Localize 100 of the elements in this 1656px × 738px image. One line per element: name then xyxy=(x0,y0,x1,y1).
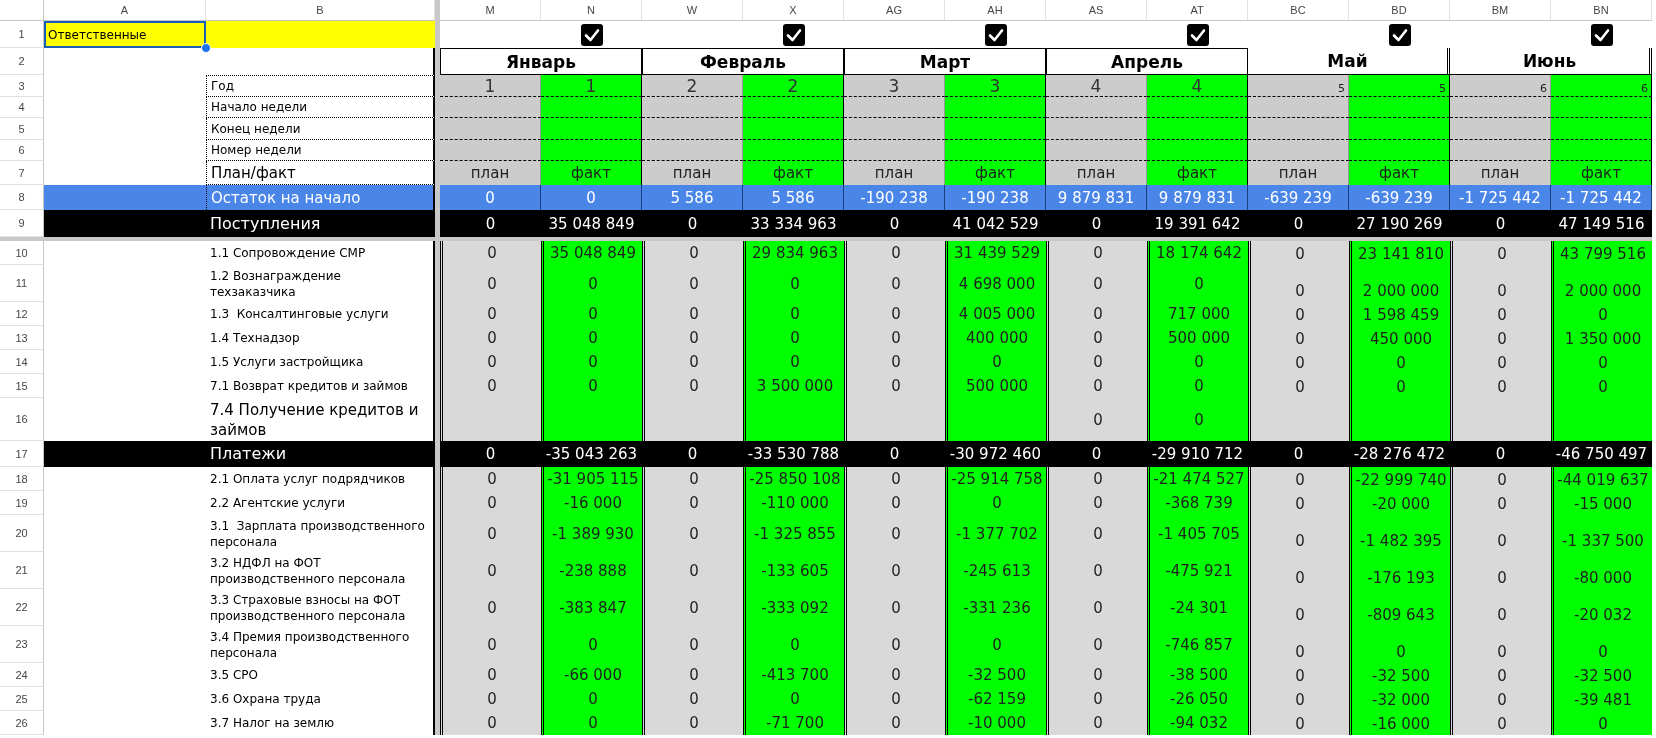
table-cell: 0 xyxy=(642,374,743,398)
table-cell: 0 xyxy=(541,265,642,302)
table-cell: 1 xyxy=(440,75,541,97)
table-cell: 0 xyxy=(844,711,945,735)
table-cell: 0 xyxy=(1046,589,1147,626)
row-label: 1.3 Консалтинговые услуги xyxy=(206,302,435,326)
column-header: BC xyxy=(1248,0,1349,21)
table-cell: -1 325 855 xyxy=(743,515,844,552)
table-cell: 0 xyxy=(1248,326,1349,350)
checkbox[interactable] xyxy=(580,23,603,46)
table-cell: 500 000 xyxy=(945,374,1046,398)
table-cell: 0 xyxy=(1248,552,1349,589)
checkbox[interactable] xyxy=(984,23,1007,46)
table-cell: 0 xyxy=(743,302,844,326)
table-cell: 0 xyxy=(844,687,945,711)
table-cell: -29 910 712 xyxy=(1147,441,1248,467)
row-number: 5 xyxy=(0,118,44,140)
column-header: N xyxy=(541,0,642,21)
row-number: 7 xyxy=(0,161,44,185)
table-cell: 0 xyxy=(1349,350,1450,374)
row-number: 19 xyxy=(0,491,44,515)
table-cell: -38 500 xyxy=(1147,663,1248,687)
table-cell: -20 000 xyxy=(1349,491,1450,515)
table-cell[interactable]: Ответственные xyxy=(44,21,206,48)
table-cell: 0 xyxy=(642,687,743,711)
table-cell: 0 xyxy=(844,326,945,350)
table-cell: -25 914 758 xyxy=(945,467,1046,491)
table-cell: 0 xyxy=(1248,210,1349,237)
row-number: 25 xyxy=(0,687,44,711)
table-cell: -15 000 xyxy=(1551,491,1652,515)
table-cell: факт xyxy=(743,161,844,185)
table-cell: 0 xyxy=(1450,265,1551,302)
table-cell: 0 xyxy=(440,210,541,237)
row-number: 10 xyxy=(0,241,44,265)
table-cell: 0 xyxy=(1046,467,1147,491)
table-cell: 0 xyxy=(844,626,945,663)
table-cell: -25 850 108 xyxy=(743,467,844,491)
table-cell: 0 xyxy=(1551,374,1652,398)
table-cell: 0 xyxy=(440,491,541,515)
table-cell: -66 000 xyxy=(541,663,642,687)
table-cell: 0 xyxy=(642,515,743,552)
table-cell: 0 xyxy=(1248,302,1349,326)
checkbox[interactable] xyxy=(1590,23,1613,46)
checkbox[interactable] xyxy=(782,23,805,46)
row-number: 21 xyxy=(0,552,44,589)
column-header: B xyxy=(206,0,435,21)
table-cell: 0 xyxy=(1046,265,1147,302)
table-cell: 4 005 000 xyxy=(945,302,1046,326)
table-cell: 9 879 831 xyxy=(1147,185,1248,210)
table-cell: 0 xyxy=(1046,491,1147,515)
month-header: Апрель xyxy=(1046,48,1248,75)
checkbox[interactable] xyxy=(1186,23,1209,46)
table-cell: 2 xyxy=(743,75,844,97)
table-cell: -39 481 xyxy=(1551,687,1652,711)
table-cell: 0 xyxy=(1046,241,1147,265)
table-cell: 1 598 459 xyxy=(1349,302,1450,326)
table-cell: 0 xyxy=(1046,663,1147,687)
table-cell: -32 500 xyxy=(945,663,1046,687)
row-label: Остаток на начало xyxy=(206,185,435,210)
table-cell: 6 xyxy=(1551,75,1652,97)
row-label: 3.7 Налог на землю xyxy=(206,711,435,735)
table-cell: 0 xyxy=(1248,626,1349,663)
table-cell: 0 xyxy=(1248,467,1349,491)
table-cell: 0 xyxy=(541,350,642,374)
table-cell: 0 xyxy=(1248,687,1349,711)
table-cell: 0 xyxy=(440,626,541,663)
table-cell: -639 239 xyxy=(1349,185,1450,210)
table-cell: 0 xyxy=(642,302,743,326)
table-cell: 0 xyxy=(1349,374,1450,398)
row-number: 23 xyxy=(0,626,44,663)
table-cell: 0 xyxy=(440,515,541,552)
table-cell: 0 xyxy=(1248,589,1349,626)
table-cell: 31 439 529 xyxy=(945,241,1046,265)
column-header: W xyxy=(642,0,743,21)
row-number: 15 xyxy=(0,374,44,398)
row-label: 3.4 Премия производственного персонала xyxy=(206,626,435,663)
table-cell: -110 000 xyxy=(743,491,844,515)
table-cell: 400 000 xyxy=(945,326,1046,350)
table-cell: -1 405 705 xyxy=(1147,515,1248,552)
checkbox[interactable] xyxy=(1388,23,1411,46)
table-cell: 5 xyxy=(1248,75,1349,97)
row-label: 1.1 Сопровождение СМР xyxy=(206,241,435,265)
table-cell: 0 xyxy=(1450,210,1551,237)
table-cell: 0 xyxy=(1046,515,1147,552)
table-cell: -16 000 xyxy=(541,491,642,515)
row-number: 24 xyxy=(0,663,44,687)
table-cell: 0 xyxy=(440,467,541,491)
table-cell: -383 847 xyxy=(541,589,642,626)
table-cell: -190 238 xyxy=(945,185,1046,210)
table-cell: 0 xyxy=(642,711,743,735)
table-cell: 4 698 000 xyxy=(945,265,1046,302)
row-label: 2.1 Оплата услуг подрядчиков xyxy=(206,467,435,491)
table-cell: 43 799 516 xyxy=(1551,241,1652,265)
table-cell: -26 050 xyxy=(1147,687,1248,711)
table-cell: 0 xyxy=(642,589,743,626)
row-label: 1.4 Технадзор xyxy=(206,326,435,350)
table-cell: 0 xyxy=(1349,626,1450,663)
row-number: 14 xyxy=(0,350,44,374)
table-cell: 0 xyxy=(743,350,844,374)
table-cell: 0 xyxy=(1248,663,1349,687)
